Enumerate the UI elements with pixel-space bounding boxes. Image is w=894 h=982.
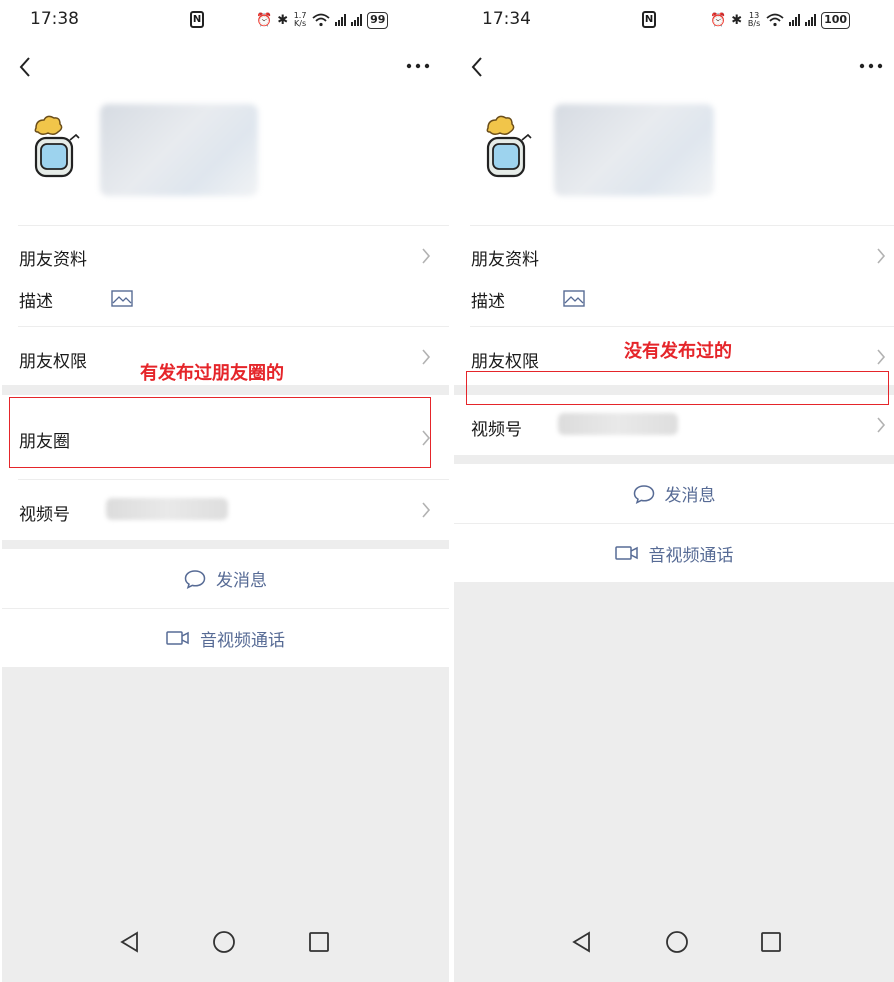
nav-recent-icon[interactable] bbox=[757, 928, 785, 956]
av-call-button[interactable]: 音视频通话 bbox=[2, 609, 449, 667]
name-blurred bbox=[100, 104, 258, 196]
chat-bubble-icon bbox=[184, 569, 206, 589]
chat-bubble-icon bbox=[633, 484, 654, 504]
chevron-right-icon bbox=[877, 417, 886, 433]
signal-icon bbox=[351, 14, 363, 26]
video-camera-icon bbox=[614, 546, 638, 560]
battery-indicator: 99 bbox=[367, 11, 389, 29]
status-bar: 17:34 N ⏰ ✱ 13 B/s 100 bbox=[454, 0, 894, 40]
status-time: 17:34 bbox=[482, 9, 531, 29]
nfc-icon: N bbox=[190, 11, 204, 28]
section-gap bbox=[454, 455, 894, 464]
annotation-box bbox=[466, 371, 889, 405]
network-speed: 13 B/s bbox=[747, 11, 761, 28]
send-message-label: 发消息 bbox=[664, 486, 716, 506]
channels-value-blurred bbox=[106, 498, 228, 520]
annotation-label: 有发布过朋友圈的 bbox=[140, 363, 284, 384]
channels-label: 视频号 bbox=[471, 420, 522, 440]
row-profile-info[interactable]: 朋友资料 描述 bbox=[454, 226, 894, 326]
wifi-icon bbox=[312, 13, 330, 27]
back-arrow-icon[interactable] bbox=[466, 54, 490, 80]
status-time: 17:38 bbox=[30, 9, 79, 29]
name-blurred bbox=[554, 104, 714, 196]
top-bar bbox=[2, 50, 449, 84]
avatar[interactable] bbox=[26, 114, 86, 178]
video-camera-icon bbox=[166, 631, 189, 645]
chevron-right-icon bbox=[877, 349, 886, 365]
nav-back-icon[interactable] bbox=[568, 928, 596, 956]
more-dots-icon[interactable] bbox=[856, 56, 886, 76]
chevron-right-icon bbox=[422, 349, 431, 365]
bluetooth-icon: ✱ bbox=[731, 12, 743, 28]
empty-area bbox=[454, 582, 894, 982]
av-call-label: 音视频通话 bbox=[200, 630, 285, 651]
row-profile-info[interactable]: 朋友资料 描述 bbox=[2, 226, 449, 326]
top-bar bbox=[454, 50, 894, 84]
nfc-icon: N bbox=[642, 11, 656, 28]
permissions-label: 朋友权限 bbox=[19, 352, 87, 372]
signal-icon bbox=[789, 14, 801, 26]
nav-home-icon[interactable] bbox=[210, 928, 238, 956]
channels-label: 视频号 bbox=[19, 505, 70, 525]
status-bar: 17:38 N ⏰ ✱ 1.7 K/s 99 bbox=[2, 0, 449, 40]
send-message-button[interactable]: 发消息 bbox=[2, 549, 449, 608]
alarm-icon: ⏰ bbox=[710, 12, 727, 28]
system-nav-bar bbox=[2, 928, 449, 982]
signal-icon bbox=[335, 14, 347, 26]
profile-header bbox=[2, 104, 449, 200]
chevron-right-icon bbox=[422, 248, 431, 264]
send-message-button[interactable]: 发消息 bbox=[454, 464, 894, 523]
channels-value-blurred bbox=[558, 413, 678, 435]
row-channels[interactable]: 视频号 bbox=[2, 480, 449, 540]
back-arrow-icon[interactable] bbox=[14, 54, 38, 80]
annotation-box bbox=[9, 397, 431, 468]
chevron-right-icon bbox=[877, 248, 886, 264]
bluetooth-icon: ✱ bbox=[277, 12, 289, 28]
av-call-label: 音视频通话 bbox=[648, 545, 734, 566]
profile-info-label: 朋友资料 bbox=[471, 250, 539, 270]
avatar[interactable] bbox=[478, 114, 538, 178]
status-icons: ⏰ ✱ 1.7 K/s 99 bbox=[256, 10, 389, 30]
profile-header bbox=[454, 104, 894, 200]
av-call-button[interactable]: 音视频通话 bbox=[454, 524, 894, 582]
permissions-label: 朋友权限 bbox=[471, 352, 539, 372]
send-message-label: 发消息 bbox=[216, 571, 267, 591]
section-gap bbox=[2, 540, 449, 549]
section-gap bbox=[2, 385, 449, 395]
annotation-label: 没有发布过的 bbox=[624, 341, 732, 362]
signal-icon bbox=[805, 14, 817, 26]
picture-icon[interactable] bbox=[563, 290, 585, 307]
system-nav-bar bbox=[454, 928, 894, 982]
nav-recent-icon[interactable] bbox=[305, 928, 333, 956]
picture-icon[interactable] bbox=[111, 290, 133, 307]
right-screenshot: 17:34 N ⏰ ✱ 13 B/s 100 朋友资料 描述 朋友权限 视频号 … bbox=[454, 0, 894, 982]
chevron-right-icon bbox=[422, 502, 431, 518]
network-speed: 1.7 K/s bbox=[293, 11, 307, 28]
wifi-icon bbox=[766, 13, 784, 27]
profile-info-label: 朋友资料 bbox=[19, 250, 87, 270]
more-dots-icon[interactable] bbox=[403, 56, 433, 76]
nav-back-icon[interactable] bbox=[116, 928, 144, 956]
description-label: 描述 bbox=[471, 292, 505, 312]
description-label: 描述 bbox=[19, 292, 53, 312]
nav-home-icon[interactable] bbox=[663, 928, 691, 956]
battery-indicator: 100 bbox=[821, 11, 851, 29]
status-icons: ⏰ ✱ 13 B/s 100 bbox=[710, 10, 851, 30]
alarm-icon: ⏰ bbox=[256, 12, 273, 28]
left-screenshot: 17:38 N ⏰ ✱ 1.7 K/s 99 朋友资料 描述 朋友权限 朋友圈 … bbox=[2, 0, 449, 982]
